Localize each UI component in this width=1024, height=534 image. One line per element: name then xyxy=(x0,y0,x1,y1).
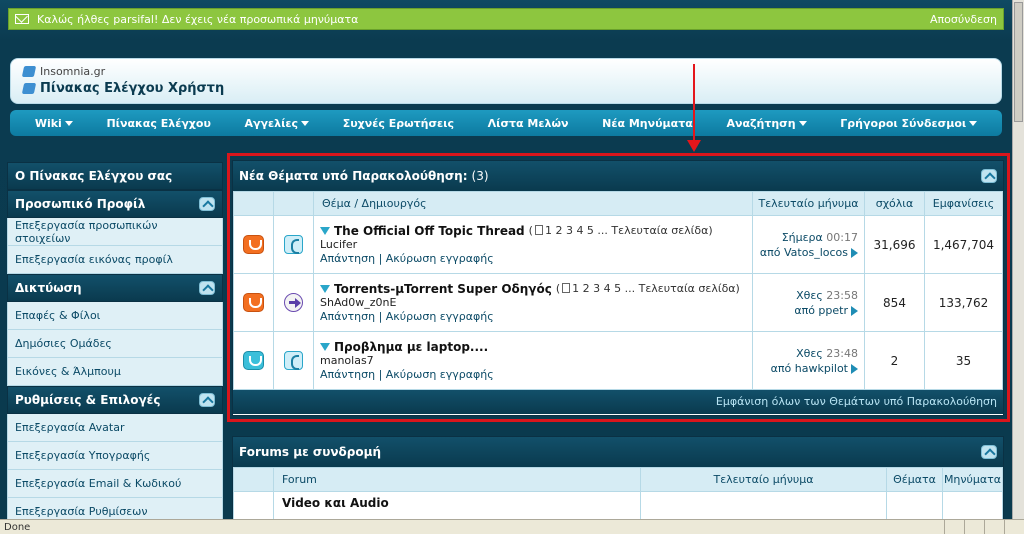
sidebar-item-signature[interactable]: Επεξεργασία Υπογραφής xyxy=(7,442,223,470)
highlight-box xyxy=(227,153,1010,422)
welcome-bar: Καλώς ήλθες parsifal! Δεν έχεις νέα προσ… xyxy=(8,8,1004,30)
logout-link[interactable]: Αποσύνδεση xyxy=(930,13,997,26)
collapse-icon[interactable] xyxy=(199,197,215,211)
scrollbar-thumb[interactable] xyxy=(1014,2,1023,122)
collapse-icon[interactable] xyxy=(981,445,997,459)
sidebar-item-edit-details[interactable]: Επεξεργασία προσωπικών στοιχείων xyxy=(7,218,223,246)
insomnia-logo-icon xyxy=(21,66,37,77)
sidebar-item-avatar[interactable]: Επεξεργασία Avatar xyxy=(7,414,223,442)
nav-new-posts[interactable]: Νέα Μηνύματα xyxy=(602,117,693,130)
chevron-down-icon xyxy=(64,120,73,126)
col-posts[interactable]: Μηνύματα xyxy=(942,467,1003,492)
insomnia-logo-icon xyxy=(21,83,37,94)
sidebar-item-groups[interactable]: Δημόσιες Ομάδες xyxy=(7,330,223,358)
forum-title[interactable]: Video και Audio xyxy=(282,496,389,510)
chevron-down-icon xyxy=(969,120,978,126)
col-threads[interactable]: Θέματα xyxy=(886,467,943,492)
collapse-icon[interactable] xyxy=(199,393,215,407)
main-nav: Wiki Πίνακας Ελέγχου Αγγελίες Συχνές Ερω… xyxy=(10,110,1002,136)
sidebar-item-albums[interactable]: Εικόνες & Άλμπουμ xyxy=(7,358,223,386)
sidebar-section-networking[interactable]: Δικτύωση xyxy=(7,274,223,302)
sidebar-item-contacts[interactable]: Επαφές & Φίλοι xyxy=(7,302,223,330)
chevron-down-icon xyxy=(798,120,807,126)
page: Καλώς ήλθες parsifal! Δεν έχεις νέα προσ… xyxy=(0,0,1014,534)
panel-header: Forums με συνδρομή xyxy=(233,437,1003,467)
sidebar: Ο Πίνακας Ελέγχου σας Προσωπικό Προφίλ Ε… xyxy=(7,162,223,534)
collapse-icon[interactable] xyxy=(199,281,215,295)
welcome-message: Καλώς ήλθες parsifal! Δεν έχεις νέα προσ… xyxy=(37,12,359,26)
sidebar-item-email-password[interactable]: Επεξεργασία Email & Κωδικού xyxy=(7,470,223,498)
annotation-arrow xyxy=(693,64,695,146)
nav-control-panel[interactable]: Πίνακας Ελέγχου xyxy=(106,117,210,130)
nav-classifieds[interactable]: Αγγελίες xyxy=(245,117,310,130)
sidebar-section-settings[interactable]: Ρυθμίσεις & Επιλογές xyxy=(7,386,223,414)
page-header: Insomnia.gr Πίνακας Ελέγχου Χρήστη xyxy=(10,58,1002,104)
vertical-scrollbar[interactable] xyxy=(1012,0,1024,534)
col-forum[interactable]: Forum xyxy=(273,467,641,492)
sidebar-title: Ο Πίνακας Ελέγχου σας xyxy=(7,162,223,190)
sidebar-item-edit-profile-pic[interactable]: Επεξεργασία εικόνας προφίλ xyxy=(7,246,223,274)
nav-search[interactable]: Αναζήτηση xyxy=(726,117,807,130)
browser-status-bar: Done xyxy=(0,519,1024,534)
chevron-down-icon xyxy=(301,120,310,126)
sidebar-section-profile[interactable]: Προσωπικό Προφίλ xyxy=(7,190,223,218)
envelope-icon xyxy=(15,14,29,24)
nav-faq[interactable]: Συχνές Ερωτήσεις xyxy=(343,117,454,130)
nav-members[interactable]: Λίστα Μελών xyxy=(488,117,569,130)
page-title: Πίνακας Ελέγχου Χρήστη xyxy=(40,81,225,96)
arrow-down-icon xyxy=(687,140,701,152)
nav-quick-links[interactable]: Γρήγοροι Σύνδεσμοι xyxy=(840,117,978,130)
site-link[interactable]: Insomnia.gr xyxy=(40,65,105,78)
panel-title: Forums με συνδρομή xyxy=(239,445,382,459)
col-last-post[interactable]: Τελευταίο μήνυμα xyxy=(640,467,887,492)
nav-wiki[interactable]: Wiki xyxy=(35,117,73,130)
status-text: Done xyxy=(4,521,31,533)
